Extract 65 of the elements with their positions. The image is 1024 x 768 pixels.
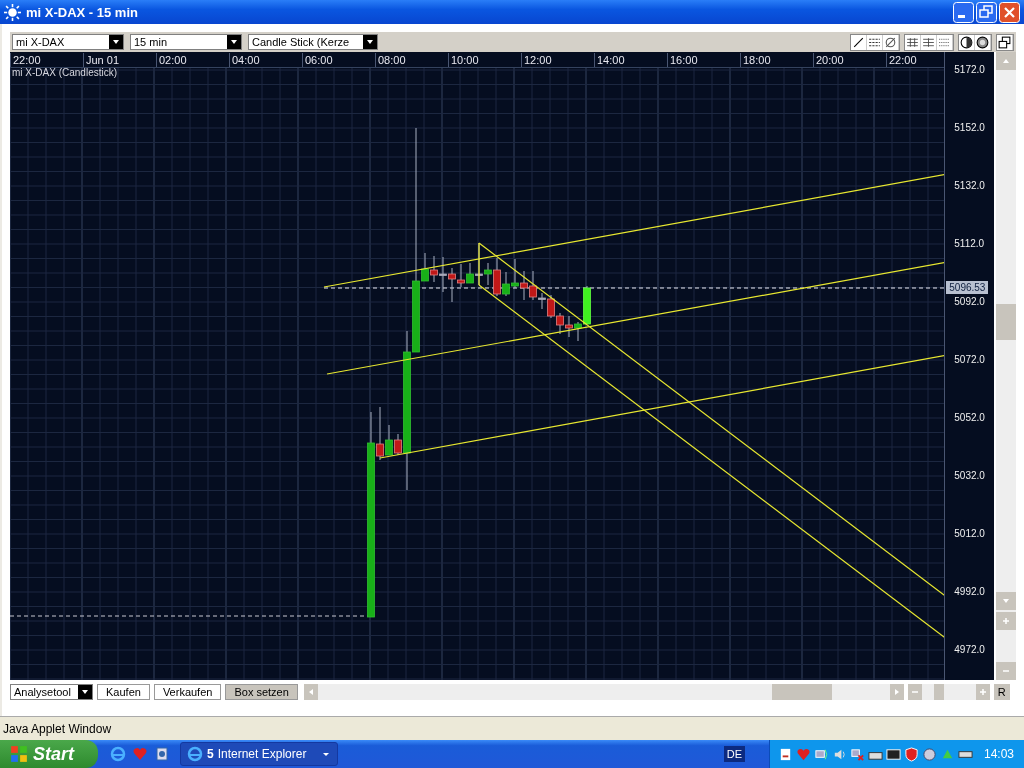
dropdown[interactable]: 15 min <box>130 34 242 50</box>
time-label: 18:00 <box>740 53 813 67</box>
action-button[interactable]: Verkaufen <box>153 684 222 700</box>
crossed-circle-icon[interactable] <box>883 34 899 50</box>
series-label: mi X-DAX (Candlestick) <box>12 67 118 78</box>
flag-icon <box>10 745 28 763</box>
price-label: 5072.0 <box>954 353 985 367</box>
lines-icon[interactable] <box>867 34 883 50</box>
grid-icon[interactable] <box>905 34 921 50</box>
time-label: 02:00 <box>156 53 229 67</box>
price-label: 5112.0 <box>954 237 985 251</box>
heart-icon[interactable] <box>795 746 811 762</box>
time-label: 20:00 <box>813 53 886 67</box>
price-label: 5132.0 <box>954 179 985 193</box>
scroll-thumb[interactable] <box>996 304 1016 340</box>
status-text: Java Applet Window <box>3 721 112 736</box>
start-button[interactable]: Start <box>0 740 98 768</box>
time-label: 14:00 <box>594 53 667 67</box>
time-label: 04:00 <box>229 53 302 67</box>
time-label: 22:00 <box>10 53 83 67</box>
time-label: Jun 01 <box>83 53 156 67</box>
window-title: mi X-DAX - 15 min <box>26 4 139 20</box>
dropdown[interactable]: Candle Stick (Kerze <box>248 34 378 50</box>
scroll-thumb[interactable] <box>771 684 832 700</box>
time-label: 12:00 <box>521 53 594 67</box>
zoom-slider-thumb[interactable] <box>933 684 944 700</box>
price-label: 5092.0 <box>954 295 985 309</box>
time-label: 16:00 <box>667 53 740 67</box>
price-label: 4992.0 <box>954 585 985 599</box>
grid-icon[interactable] <box>937 34 953 50</box>
minimize-button[interactable] <box>953 1 974 23</box>
price-label: 5012.0 <box>954 527 985 541</box>
action-button[interactable]: Box setzen <box>225 684 298 700</box>
tray-icon[interactable] <box>885 746 901 762</box>
action-button[interactable]: Kaufen <box>97 684 150 700</box>
current-price-label: 5096.53 <box>946 281 989 294</box>
close-button[interactable] <box>999 1 1020 23</box>
price-label: 5152.0 <box>954 121 985 135</box>
price-label: 5032.0 <box>954 469 985 483</box>
taskbar-button[interactable]: 5 Internet Explorer <box>180 742 338 766</box>
shield-icon[interactable] <box>903 746 919 762</box>
document-icon[interactable] <box>154 746 170 762</box>
sun-icon <box>4 3 21 21</box>
dropdown[interactable]: mi X-DAX <box>12 34 124 50</box>
time-label: 08:00 <box>375 53 448 67</box>
windows-icon[interactable] <box>997 34 1013 50</box>
reset-button[interactable]: R <box>993 684 1010 700</box>
time-label: 10:00 <box>448 53 521 67</box>
plus-icon <box>977 687 988 697</box>
price-label: 5172.0 <box>954 63 985 77</box>
time-label: 06:00 <box>302 53 375 67</box>
globe-icon[interactable] <box>110 746 126 762</box>
plus-icon <box>1001 616 1012 626</box>
diagonal-line-icon[interactable] <box>851 34 867 50</box>
circle-icon[interactable] <box>975 34 991 50</box>
price-label: 5052.0 <box>954 411 985 425</box>
language-indicator[interactable]: DE <box>723 746 745 762</box>
grid-icon[interactable] <box>921 34 937 50</box>
restore-button[interactable] <box>976 1 997 23</box>
network-icon[interactable] <box>849 746 865 762</box>
price-label: 4972.0 <box>954 643 985 657</box>
analysis-tool-dropdown[interactable]: Analysetool <box>10 684 93 700</box>
globe-icon <box>187 746 203 762</box>
clock: 14:03 <box>983 747 1014 761</box>
circle-icon[interactable] <box>959 34 975 50</box>
